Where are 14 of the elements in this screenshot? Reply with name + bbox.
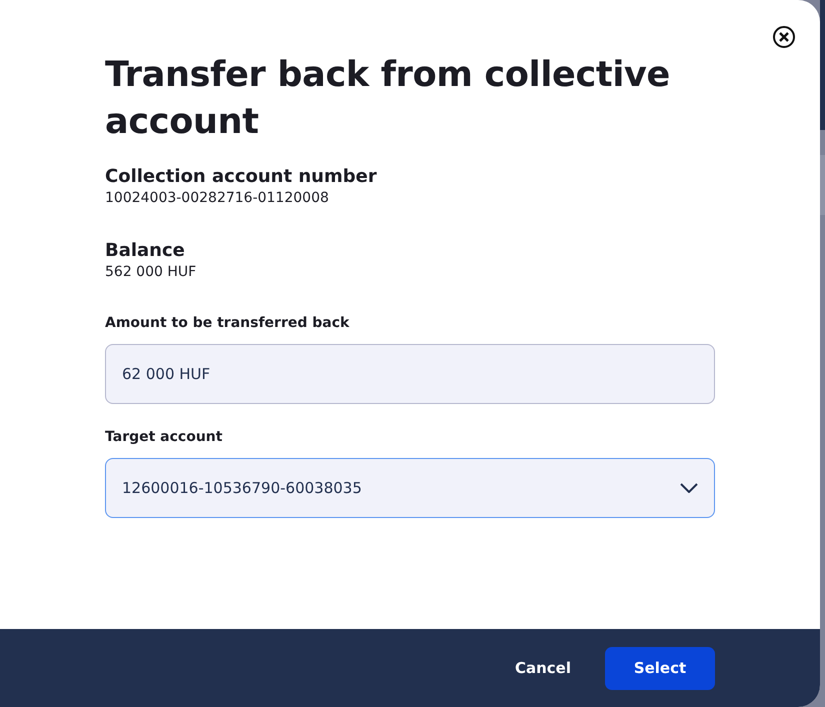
detail-value: 10024003-00282716-01120008 — [105, 189, 329, 208]
dialog-title: Transfer back from collective account — [105, 54, 671, 144]
close-icon — [772, 25, 796, 49]
detail-value: 562 000 HUF — [105, 263, 196, 282]
account-select[interactable]: 12600016-10536790-60038035 — [105, 458, 715, 518]
field-label: Target account — [105, 428, 222, 446]
detail-label: Balance — [105, 240, 185, 262]
chevron-down-icon — [680, 483, 698, 493]
cancel-button[interactable]: Cancel — [508, 646, 577, 690]
close-button[interactable] — [772, 25, 796, 49]
amount-field[interactable]: 62 000 HUF — [105, 344, 715, 404]
select-button[interactable]: Select — [605, 646, 715, 690]
detail-label: Collection account number — [105, 166, 377, 188]
field-label: Amount to be transferred back — [105, 314, 350, 332]
